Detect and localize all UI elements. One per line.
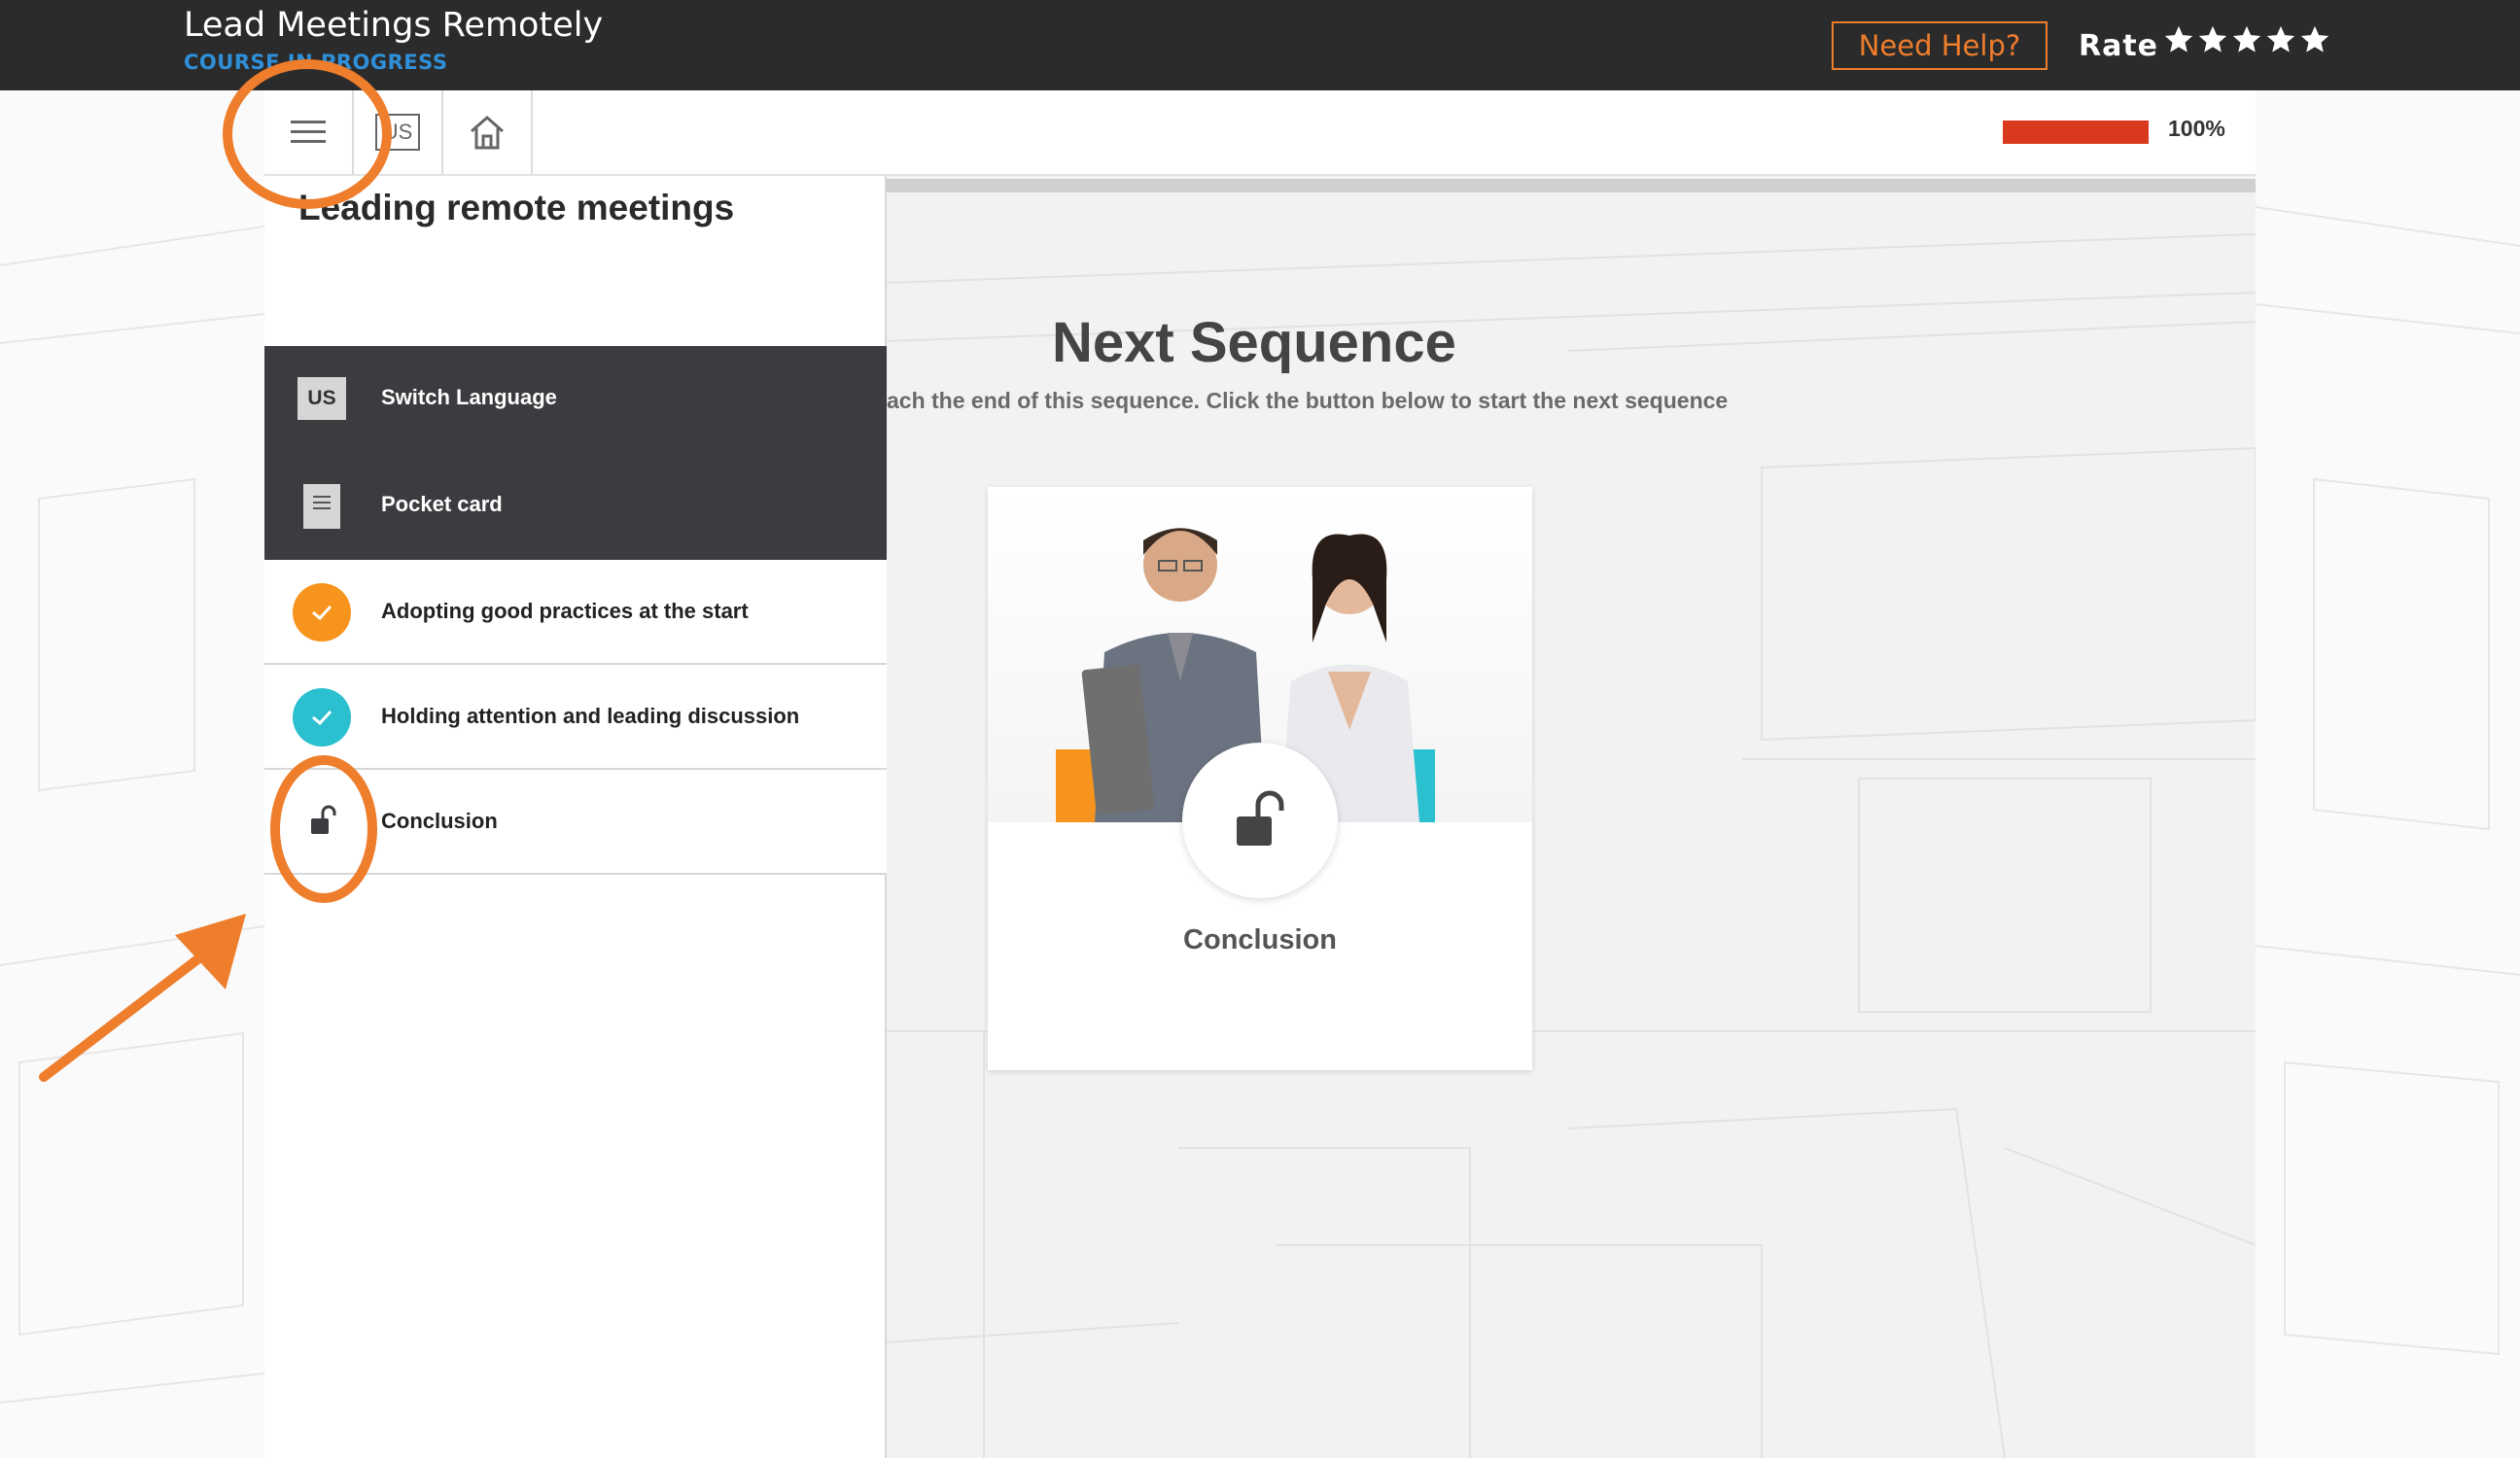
sidebar-item-label: Holding attention and leading discussion	[381, 704, 800, 728]
sidebar-item-holding-attention[interactable]: Holding attention and leading discussion	[264, 665, 887, 770]
sidebar-item-label: Conclusion	[381, 809, 498, 833]
sidebar-item-good-practices[interactable]: Adopting good practices at the start	[264, 560, 887, 665]
background-right	[2256, 90, 2520, 1458]
home-icon	[471, 116, 504, 150]
sidebar-title: Leading remote meetings	[298, 188, 735, 227]
home-button[interactable]	[443, 90, 533, 174]
star-icon-2[interactable]	[2196, 23, 2229, 56]
menu-button[interactable]	[264, 90, 354, 174]
language-button[interactable]: US	[354, 90, 443, 174]
toolbar: US 100%	[264, 90, 2256, 176]
check-icon	[312, 710, 332, 726]
unlock-button[interactable]	[1182, 743, 1338, 898]
menu-icon	[291, 121, 326, 143]
sidebar: Leading remote meetings US Switch Langua…	[264, 176, 887, 1458]
completed-check-icon	[293, 688, 351, 746]
course-title: Lead Meetings Remotely	[184, 6, 604, 45]
sketch-background	[0, 226, 264, 1404]
sequence-title: Next Sequence	[1052, 311, 1456, 374]
sidebar-item-label: Pocket card	[381, 492, 503, 516]
star-icon-3[interactable]	[2230, 23, 2263, 56]
language-code: US	[374, 114, 421, 151]
sketch-background	[2256, 206, 2520, 1356]
sidebar-item-pocket-card[interactable]: Pocket card	[264, 453, 887, 560]
need-help-button[interactable]: Need Help?	[1832, 21, 2048, 70]
progress-bar	[2003, 121, 2149, 144]
star-icon-1[interactable]	[2162, 23, 2195, 56]
sidebar-item-switch-language[interactable]: US Switch Language	[264, 346, 887, 453]
main-top-divider	[887, 179, 2256, 192]
rating-stars	[2162, 23, 2332, 56]
sidebar-item-label: Switch Language	[381, 385, 557, 409]
star-icon-4[interactable]	[2264, 23, 2297, 56]
main-content: Next Sequence ach the end of this sequen…	[887, 176, 2256, 1458]
unlocked-icon	[1237, 790, 1284, 846]
document-icon	[303, 484, 340, 529]
language-icon: US	[298, 377, 346, 420]
background-left	[0, 90, 264, 1458]
next-sequence-card[interactable]: Conclusion	[988, 487, 1532, 1070]
unlocked-icon	[311, 805, 336, 834]
course-status: COURSE IN PROGRESS	[184, 51, 448, 74]
sidebar-item-label: Adopting good practices at the start	[381, 599, 749, 623]
star-icon-5[interactable]	[2298, 23, 2331, 56]
check-icon	[312, 605, 332, 621]
top-bar: Lead Meetings Remotely COURSE IN PROGRES…	[0, 0, 2520, 90]
card-label: Conclusion	[1183, 924, 1337, 955]
progress-text: 100%	[2168, 116, 2225, 141]
sidebar-item-conclusion[interactable]: Conclusion	[264, 770, 887, 875]
completed-check-icon	[293, 583, 351, 642]
sequence-subtitle: ach the end of this sequence. Click the …	[887, 388, 1729, 413]
rate-label: Rate	[2079, 29, 2159, 63]
